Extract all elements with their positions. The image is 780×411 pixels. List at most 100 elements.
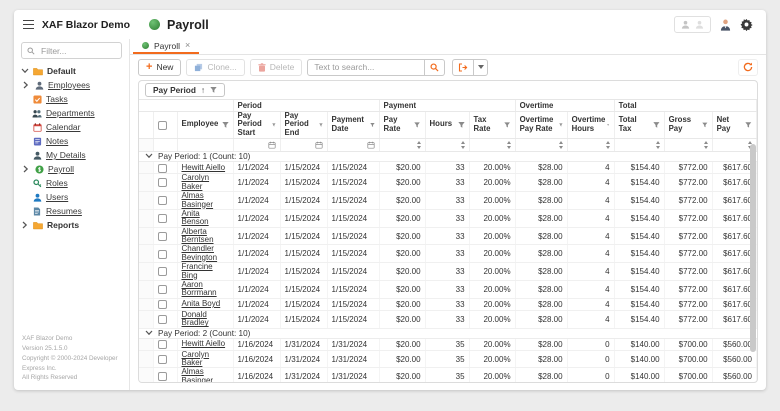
row-checkbox[interactable] [158, 196, 167, 205]
sidebar-group-reports[interactable]: Reports [14, 218, 129, 232]
group-by-chip-pay-period[interactable]: Pay Period ↑ [145, 83, 225, 97]
chevron-right-icon[interactable] [22, 81, 30, 89]
chevron-down-icon[interactable] [145, 329, 153, 338]
calendar-icon[interactable] [268, 141, 276, 149]
calendar-icon[interactable] [367, 141, 375, 149]
column-header-overtime-pay-rate[interactable]: Overtime Pay Rate [515, 111, 567, 139]
sidebar-group-default[interactable]: Default [14, 64, 129, 78]
filter-cell-hours[interactable] [425, 139, 469, 152]
filter-icon[interactable] [653, 121, 660, 129]
chevron-right-icon[interactable] [22, 165, 30, 173]
row-checkbox[interactable] [158, 300, 167, 309]
employee-link[interactable]: Francine Bing [182, 263, 213, 280]
filter-cell-gross_pay[interactable] [664, 139, 712, 152]
search-input[interactable] [307, 59, 425, 76]
sidebar-item-notes[interactable]: Notes [14, 134, 129, 148]
filter-icon[interactable] [745, 121, 752, 129]
search-button[interactable] [425, 59, 445, 76]
filter-icon[interactable] [272, 121, 276, 129]
close-icon[interactable]: × [185, 41, 190, 50]
column-header-total-tax[interactable]: Total Tax [614, 111, 664, 139]
column-header-pay-rate[interactable]: Pay Rate [379, 111, 425, 139]
employee-link[interactable]: Carolyn Baker [182, 350, 210, 367]
employee-link[interactable]: Chandler Bevington [182, 245, 218, 262]
sidebar-item-users[interactable]: Users [14, 190, 129, 204]
filter-cell-overtime_pay_rate[interactable] [515, 139, 567, 152]
settings-gear-icon[interactable] [740, 18, 753, 31]
row-checkbox[interactable] [158, 250, 167, 259]
column-header-gross-pay[interactable]: Gross Pay [664, 111, 712, 139]
sidebar-item-departments[interactable]: Departments [14, 106, 129, 120]
column-header-net-pay[interactable]: Net Pay [712, 111, 756, 139]
filter-icon[interactable] [458, 121, 465, 129]
vertical-scrollbar[interactable] [750, 144, 756, 380]
hamburger-menu-icon[interactable] [23, 20, 34, 29]
avatar[interactable] [720, 19, 731, 31]
employee-link[interactable]: Hewitt Aiello [182, 339, 226, 348]
filter-cell-overtime_hours[interactable] [567, 139, 614, 152]
scrollbar-thumb[interactable] [750, 144, 756, 352]
filter-icon[interactable] [504, 121, 510, 129]
employee-link[interactable]: Anita Boyd [182, 299, 221, 308]
clone-button[interactable]: Clone... [186, 59, 244, 76]
column-header-payment-date[interactable]: Payment Date [327, 111, 379, 139]
filter-icon[interactable] [414, 121, 420, 129]
filter-icon[interactable] [370, 121, 375, 129]
column-header-pay-period-start[interactable]: Pay Period Start [233, 111, 280, 139]
number-spinner[interactable] [559, 141, 563, 149]
row-checkbox[interactable] [158, 372, 167, 381]
chevron-right-icon[interactable] [21, 221, 29, 229]
column-header-hours[interactable]: Hours [425, 111, 469, 139]
employee-link[interactable]: Almas Basinger [182, 368, 214, 382]
tab-payroll[interactable]: Payroll × [133, 39, 199, 54]
delete-button[interactable]: Delete [250, 59, 303, 76]
row-checkbox[interactable] [158, 232, 167, 241]
number-spinner[interactable] [507, 141, 511, 149]
group-row[interactable]: Pay Period: 1 (Count: 10) [139, 152, 757, 162]
calendar-icon[interactable] [315, 141, 323, 149]
sidebar-item-employees[interactable]: Employees [14, 78, 129, 92]
row-checkbox[interactable] [158, 214, 167, 223]
sidebar-item-payroll[interactable]: Payroll [14, 162, 129, 176]
filter-cell-employee[interactable] [177, 139, 233, 152]
employee-link[interactable]: Anita Benson [182, 209, 209, 226]
filter-cell-pay_period_start[interactable] [233, 139, 280, 152]
export-dropdown-button[interactable] [474, 59, 488, 76]
employee-link[interactable]: Alberta Berntsen [182, 227, 214, 244]
sidebar-item-tasks[interactable]: Tasks [14, 92, 129, 106]
select-all-checkbox[interactable] [158, 121, 167, 130]
sidebar-item-calendar[interactable]: Calendar [14, 120, 129, 134]
chevron-down-icon[interactable] [145, 152, 153, 161]
row-checkbox[interactable] [158, 315, 167, 324]
sort-ascending-icon[interactable]: ↑ [201, 85, 205, 95]
sidebar-item-resumes[interactable]: Resumes [14, 204, 129, 218]
filter-icon[interactable] [702, 121, 708, 129]
filter-cell-checkbox[interactable] [153, 139, 177, 152]
row-checkbox[interactable] [158, 355, 167, 364]
sidebar-filter[interactable] [21, 42, 122, 59]
chevron-down-icon[interactable] [21, 68, 29, 74]
new-button[interactable]: + New [138, 59, 181, 76]
filter-icon[interactable] [222, 121, 229, 129]
number-spinner[interactable] [461, 141, 465, 149]
employee-link[interactable]: Aaron Borrmann [182, 281, 217, 298]
filter-cell-payment_date[interactable] [327, 139, 379, 152]
row-checkbox[interactable] [158, 164, 167, 173]
employee-link[interactable]: Donald Bradley [182, 310, 209, 327]
employee-link[interactable]: Hewitt Aiello [182, 163, 226, 172]
employee-link[interactable]: Carolyn Baker [182, 174, 210, 191]
filter-cell-pay_rate[interactable] [379, 139, 425, 152]
sidebar-item-roles[interactable]: Roles [14, 176, 129, 190]
filter-icon[interactable] [319, 121, 323, 129]
filter-icon[interactable] [607, 121, 609, 129]
number-spinner[interactable] [704, 141, 708, 149]
employee-link[interactable]: Almas Basinger [182, 192, 214, 209]
column-header-pay-period-end[interactable]: Pay Period End [280, 111, 327, 139]
refresh-button[interactable] [738, 59, 758, 76]
export-button[interactable] [452, 59, 474, 76]
filter-cell-tax_rate[interactable] [469, 139, 515, 152]
row-checkbox[interactable] [158, 285, 167, 294]
filter-icon[interactable] [559, 121, 563, 129]
user-switcher-button[interactable] [674, 16, 711, 33]
number-spinner[interactable] [656, 141, 660, 149]
